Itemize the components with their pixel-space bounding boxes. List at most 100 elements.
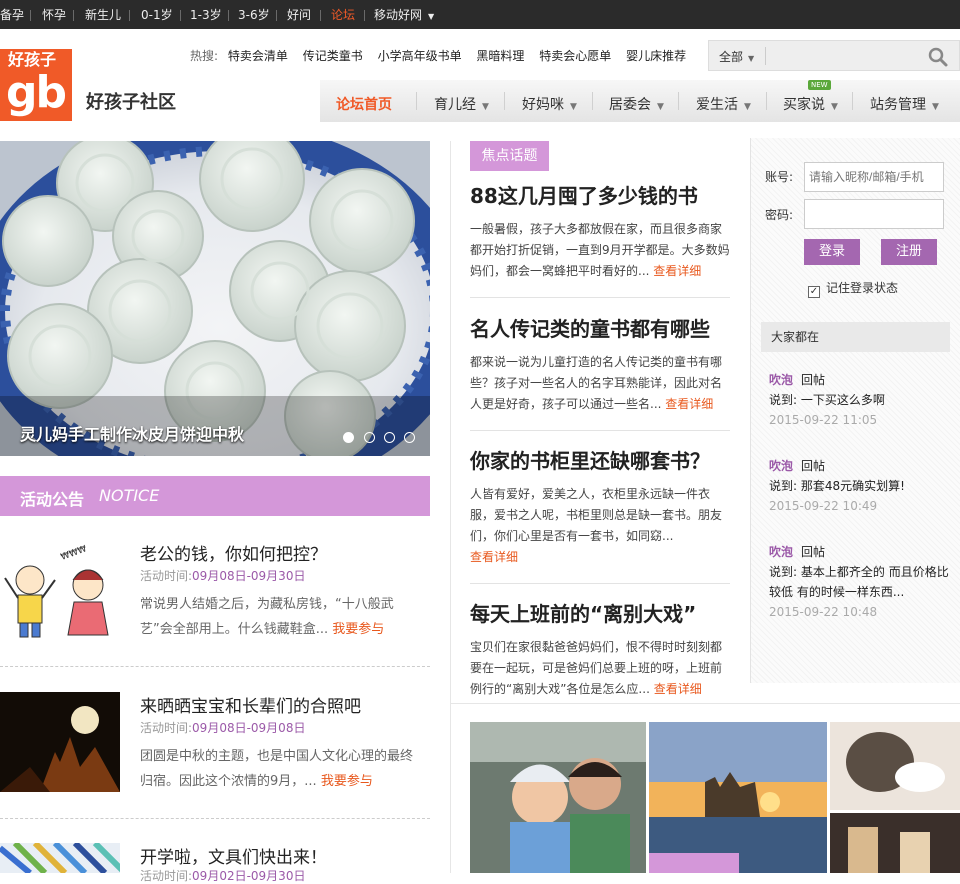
view-details-link[interactable]: 查看详细 [665, 397, 713, 411]
remember-label: 记住登录状态 [826, 281, 899, 295]
view-details-link[interactable]: 查看详细 [653, 264, 701, 278]
chevron-down-icon: ▼ [657, 102, 664, 112]
search-scope-select[interactable]: 全部 ▼ [719, 48, 754, 65]
account-input[interactable] [804, 162, 944, 192]
topbar-link-3-6[interactable]: 3-6岁 [238, 0, 270, 30]
topic-title[interactable]: 每天上班前的“离别大戏” [470, 601, 730, 627]
topbar-link-0-1[interactable]: 0-1岁 [141, 0, 173, 30]
feed-user[interactable]: 吹泡 [769, 373, 793, 387]
feed-text[interactable]: 那套48元确实划算! [801, 479, 905, 493]
topbar-divider [30, 10, 31, 21]
topbar-divider [228, 10, 229, 21]
password-input[interactable] [804, 199, 944, 229]
hot-keyword-link[interactable]: 小学高年级书单 [378, 49, 462, 63]
topbar-link-mobile[interactable]: 移动好网 ▼ [374, 0, 434, 32]
topic-title[interactable]: 88这几月囤了多少钱的书 [470, 183, 730, 209]
activity-time: 活动时间:09月02日-09月30日 [140, 867, 305, 884]
divider [0, 818, 430, 819]
login-button[interactable]: 登录 [804, 239, 860, 265]
activity-time: 活动时间:09月08日-09月08日 [140, 719, 305, 736]
nav-divider [416, 92, 417, 110]
feed-user[interactable]: 吹泡 [769, 545, 793, 559]
feed-said-label: 说到: [769, 565, 798, 579]
divider [0, 666, 430, 667]
nav-divider [852, 92, 853, 110]
site-logo[interactable]: 好孩子 gb [0, 49, 72, 121]
view-details-link[interactable]: 查看详细 [654, 682, 702, 696]
feed-user[interactable]: 吹泡 [769, 459, 793, 473]
hot-keyword-link[interactable]: 特卖会心愿单 [539, 49, 611, 63]
search-input[interactable] [771, 45, 921, 67]
search-icon[interactable] [927, 46, 949, 68]
nav-neighborhood[interactable]: 居委会 ▼ [609, 94, 664, 114]
focus-topic: 88这几月囤了多少钱的书 一般暑假，孩子大多都放假在家，而且很多商家都开始打折促… [470, 183, 730, 282]
activity-time-value: 09月02日-09月30日 [192, 869, 306, 883]
feed-date: 2015-09-22 11:05 [769, 413, 878, 427]
slider-caption[interactable]: 灵儿妈手工制作冰皮月饼迎中秋 [20, 421, 244, 445]
new-badge: NEW [808, 80, 831, 90]
activity-image[interactable] [0, 692, 120, 792]
activity-image[interactable]: ₩₩₩ [0, 540, 120, 640]
join-link[interactable]: 我要参与 [332, 622, 384, 637]
view-details-link[interactable]: 查看详细 [470, 550, 518, 564]
feed-said-label: 说到: [769, 479, 798, 493]
topbar-link-1-3[interactable]: 1-3岁 [190, 0, 222, 30]
nav-label: 好妈咪 [522, 97, 564, 113]
activity-title[interactable]: 开学啦，文具们快出来！ [140, 843, 327, 868]
hot-keyword-link[interactable]: 婴儿床推荐 [626, 49, 686, 63]
topbar-link-beiyun[interactable]: 备孕 [0, 0, 24, 30]
photo-gallery [470, 722, 960, 873]
topbar-link-pregnancy[interactable]: 怀孕 [42, 0, 66, 30]
checkbox-checked-icon[interactable]: ✓ [808, 286, 820, 298]
hot-keyword-link[interactable]: 传记类童书 [303, 49, 363, 63]
activity-time-label: 活动时间: [140, 721, 193, 735]
nav-parenting[interactable]: 育儿经 ▼ [434, 94, 489, 114]
focus-topic: 每天上班前的“离别大戏” 宝贝们在家很黏爸爸妈妈们，恨不得时时刻刻都要在一起玩，… [470, 601, 730, 700]
main-navigation: 论坛首页 育儿经 ▼ 好妈咪 ▼ 居委会 ▼ 爱生活 ▼ 买家说 ▼ NEW 站务管理 ▼ [320, 80, 960, 122]
slider-dot[interactable] [384, 432, 395, 443]
activity-title[interactable]: 老公的钱，你如何把控？ [140, 540, 327, 565]
register-button[interactable]: 注册 [881, 239, 937, 265]
mooncake-photo [0, 141, 430, 456]
nav-buyer-says[interactable]: 买家说 ▼ [783, 94, 838, 114]
nav-forum-home[interactable]: 论坛首页 [336, 94, 392, 114]
feed-said-label: 说到: [769, 393, 798, 407]
remember-login[interactable]: ✓ 记住登录状态 [808, 279, 898, 298]
logo-mark: gb [6, 67, 67, 118]
slider-dot[interactable] [364, 432, 375, 443]
activity-image[interactable] [0, 843, 120, 873]
slider-dot[interactable] [404, 432, 415, 443]
topbar-link-haowen[interactable]: 好问 [287, 0, 311, 30]
nav-love-life[interactable]: 爱生活 ▼ [696, 94, 751, 114]
top-navigation-bar: 备孕 怀孕 新生儿 0-1岁 1-3岁 3-6岁 好问 论坛 移动好网 ▼ [0, 0, 960, 29]
feed-action: 回帖 [801, 459, 826, 473]
nav-good-mom[interactable]: 好妈咪 ▼ [522, 94, 577, 114]
feed-action: 回帖 [801, 545, 826, 559]
activity-title[interactable]: 来晒晒宝宝和长辈们的合照吧 [140, 692, 361, 717]
chevron-down-icon: ▼ [748, 54, 755, 63]
nav-label: 买家说 [783, 97, 825, 113]
topbar-divider [320, 10, 321, 21]
focus-topic: 名人传记类的童书都有哪些 都来说一说为儿童打造的名人传记类的童书有哪些？孩子对一… [470, 316, 730, 415]
topbar-link-newborn[interactable]: 新生儿 [85, 0, 121, 30]
feed-date: 2015-09-22 10:49 [769, 499, 878, 513]
join-link[interactable]: 我要参与 [321, 774, 373, 789]
slider-dot[interactable] [343, 432, 354, 443]
nav-site-admin[interactable]: 站务管理 ▼ [870, 94, 939, 114]
activity-time: 活动时间:09月08日-09月30日 [140, 567, 305, 584]
activity-item: ₩₩₩ 老公的钱，你如何把控？ 活动时间:09月08日-09月30日 常说男人结… [0, 540, 430, 640]
hot-keyword-link[interactable]: 特卖会清单 [228, 49, 288, 63]
gallery-photos[interactable] [470, 722, 960, 873]
search-scope-label: 全部 [719, 50, 744, 64]
site-name: 好孩子社区 [86, 92, 176, 113]
focus-topic: 你家的书柜里还缺哪套书？ 人皆有爱好，爱美之人，衣柜里永远缺一件衣服，爱书之人呢… [470, 448, 730, 568]
topbar-link-forum[interactable]: 论坛 [331, 0, 355, 30]
topic-desc: 一般暑假，孩子大多都放假在家，而且很多商家都开始打折促销，一直到9月开学都是。大… [470, 219, 730, 282]
featured-slider[interactable]: 灵儿妈手工制作冰皮月饼迎中秋 [0, 141, 430, 456]
feed-text[interactable]: 一下买这么多啊 [801, 393, 885, 407]
hot-keyword-link[interactable]: 黑暗料理 [476, 49, 524, 63]
topic-title[interactable]: 你家的书柜里还缺哪套书？ [470, 448, 730, 474]
notice-title: 活动公告 [20, 490, 85, 509]
topic-title[interactable]: 名人传记类的童书都有哪些 [470, 316, 730, 342]
activity-time-value: 09月08日-09月08日 [192, 721, 306, 735]
